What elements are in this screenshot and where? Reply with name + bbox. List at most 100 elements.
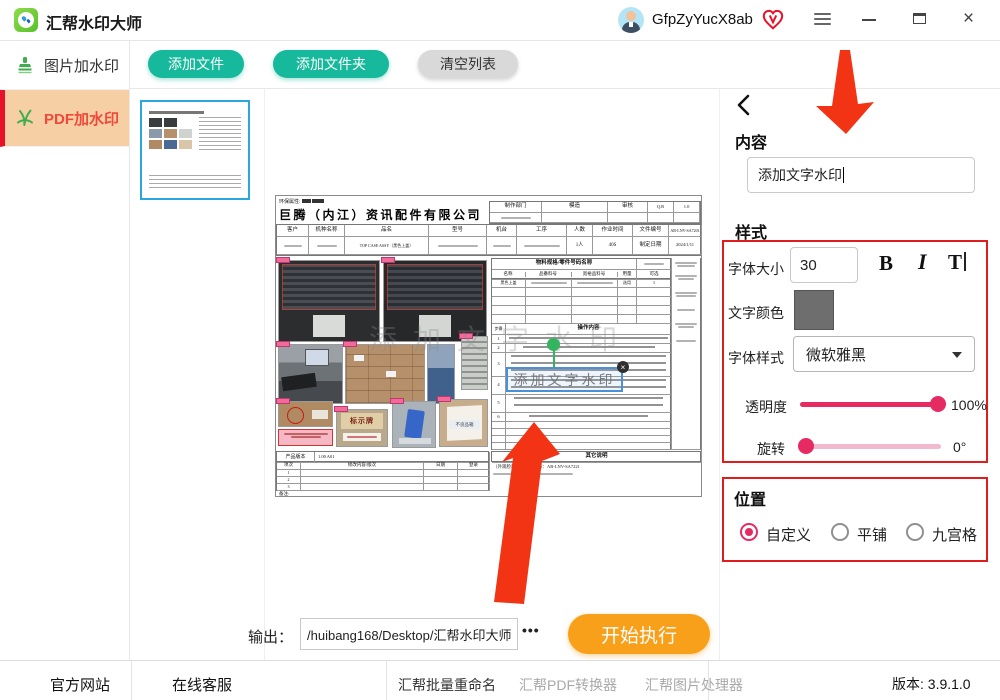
thumb-panel-divider [264, 89, 265, 660]
watermark-selection-box[interactable]: 添加文字水印 [506, 367, 623, 392]
radio-tile-label[interactable]: 平铺 [857, 524, 887, 545]
photo-white-box: 不良品箱 [439, 399, 488, 447]
output-path-value: /huibang168/Desktop/汇帮水印大师 [307, 627, 512, 643]
footer: 官方网站 在线客服 汇帮批量重命名 汇帮PDF转换器 汇帮图片处理器 版本: 3… [0, 660, 1000, 700]
bold-button[interactable]: B [879, 251, 893, 276]
output-path-input[interactable]: /huibang168/Desktop/汇帮水印大师 [300, 618, 518, 650]
content-heading: 内容 [735, 135, 768, 152]
maximize-button[interactable] [913, 13, 926, 24]
watermark-preview-text: 添加文字水印 [369, 324, 634, 355]
menu-icon[interactable] [814, 13, 831, 27]
doc-spec-line: （外观检验标准）文件号：AB-LNV-SA7221 [493, 464, 580, 469]
font-size-input[interactable]: 30 [790, 247, 858, 283]
photo-sign-board: 标示牌 [336, 409, 388, 447]
user-avatar[interactable] [618, 7, 644, 33]
close-button[interactable]: × [963, 8, 974, 30]
photo-tag [276, 398, 290, 404]
add-folder-button[interactable]: 添加文件夹 [273, 50, 389, 78]
photo-tag [437, 396, 451, 402]
doc-product-version: 产品版本 1.00 A01 [276, 451, 490, 463]
footer-version: 版本: 3.9.1.0 [892, 676, 971, 692]
opacity-slider[interactable] [800, 402, 946, 407]
text-color-label: 文字颜色 [728, 305, 784, 321]
watermark-handle-line [553, 350, 555, 367]
sidebar-item-pdf-watermark[interactable]: PDF加水印 [0, 90, 129, 147]
start-button[interactable]: 开始执行 [568, 614, 710, 654]
vertical-text-button[interactable]: T [948, 250, 967, 275]
sign-board-text: 标示牌 [350, 417, 374, 425]
doc-company-title: 巨腾（内江）资讯配件有限公司 [279, 208, 483, 222]
footer-website-link[interactable]: 官方网站 [50, 674, 110, 695]
footer-app-image-processor[interactable]: 汇帮图片处理器 [645, 675, 743, 695]
back-chevron-icon[interactable] [736, 94, 752, 116]
stamp-icon [18, 57, 32, 74]
photo-tag [276, 257, 290, 263]
radio-nine-grid[interactable] [906, 523, 924, 541]
font-family-select[interactable]: 微软雅黑 [793, 336, 975, 372]
opacity-value: 100% [951, 397, 987, 413]
annotation-arrow-down [816, 50, 874, 134]
pdf-preview-page[interactable]: 环保属性: 巨腾（内江）资讯配件有限公司 制作部门 模造 审核 Q.R 1.0 … [275, 195, 702, 497]
photo-caption-box [278, 429, 333, 446]
output-label: 输出： [248, 629, 294, 646]
app-title: 汇帮水印大师 [46, 16, 143, 33]
browse-button[interactable]: ••• [522, 622, 540, 638]
vip-badge-icon[interactable] [762, 9, 784, 31]
position-heading: 位置 [734, 492, 767, 509]
italic-button[interactable]: I [918, 249, 927, 275]
pdf-icon [17, 109, 33, 126]
font-family-label: 字体样式 [728, 350, 784, 366]
photo-laptop-case-1 [278, 260, 380, 342]
rotate-value: 0° [953, 439, 967, 455]
doc-info-table: 客户 机种名称 品名 型号 机台 工序 人数 作业时间 文件编号 AB-LNV-… [276, 224, 702, 256]
footer-divider [386, 661, 387, 700]
rotate-label: 旋转 [757, 441, 785, 457]
footer-app-rename[interactable]: 汇帮批量重命名 [398, 675, 496, 695]
rotate-slider[interactable] [800, 444, 941, 449]
minimize-button[interactable] [862, 19, 876, 21]
username[interactable]: GfpZyYucX8ab [652, 11, 753, 28]
radio-tile[interactable] [831, 523, 849, 541]
photo-tag [343, 341, 357, 347]
vertical-text-glyph: T [948, 250, 963, 274]
radio-custom-label[interactable]: 自定义 [766, 524, 811, 545]
doc-revision-table: 项次 修改内容/版次 日期 登录 1 2 3 [276, 462, 490, 491]
chevron-down-icon [952, 352, 962, 358]
opacity-label: 透明度 [745, 399, 787, 415]
opacity-slider-thumb[interactable] [930, 396, 946, 412]
photo-tag [276, 341, 290, 347]
page-thumbnail[interactable] [140, 100, 250, 200]
photo-carton-circled [278, 401, 333, 427]
watermark-drag-handle-icon[interactable] [547, 338, 560, 351]
font-size-value: 30 [800, 256, 817, 274]
radio-nine-grid-label[interactable]: 九宫格 [932, 524, 977, 545]
clear-list-button[interactable]: 清空列表 [418, 50, 518, 78]
sidebar-item-label: 图片加水印 [44, 57, 120, 75]
add-file-button[interactable]: 添加文件 [148, 50, 244, 78]
footer-support-link[interactable]: 在线客服 [172, 674, 232, 695]
app-window: 汇帮水印大师 GfpZyYucX8ab × 图片加水印 PDF加水印 添加文件 … [0, 0, 1000, 700]
footer-divider [131, 661, 132, 700]
doc-admin-table: 制作部门 模造 审核 Q.R 1.0 [489, 201, 701, 224]
text-color-swatch[interactable] [794, 290, 834, 330]
doc-spec-blur [493, 472, 583, 476]
doc-note-label: 备注: [279, 491, 290, 496]
rotate-slider-thumb[interactable] [798, 438, 814, 454]
watermark-text-input[interactable]: 添加文字水印 [747, 157, 975, 193]
doc-other-title: 其它说明 [491, 451, 702, 463]
watermark-box-text: 添加文字水印 [513, 371, 616, 388]
font-family-value: 微软雅黑 [806, 346, 867, 364]
sidebar: 图片加水印 PDF加水印 [0, 41, 130, 660]
right-panel-divider [719, 89, 720, 660]
watermark-text-value: 添加文字水印 [758, 167, 842, 183]
photo-tag [334, 406, 348, 412]
photo-workbench [278, 344, 343, 404]
sidebar-item-label: PDF加水印 [44, 110, 120, 128]
watermark-remove-icon[interactable]: × [617, 361, 629, 373]
radio-custom[interactable] [740, 523, 758, 541]
doc-eco-line: 环保属性: [279, 198, 324, 205]
sidebar-item-image-watermark[interactable]: 图片加水印 [0, 41, 129, 90]
photo-tag [390, 398, 404, 404]
footer-app-pdf-converter[interactable]: 汇帮PDF转换器 [519, 675, 617, 695]
defect-box-text: 不良品箱 [455, 421, 474, 427]
